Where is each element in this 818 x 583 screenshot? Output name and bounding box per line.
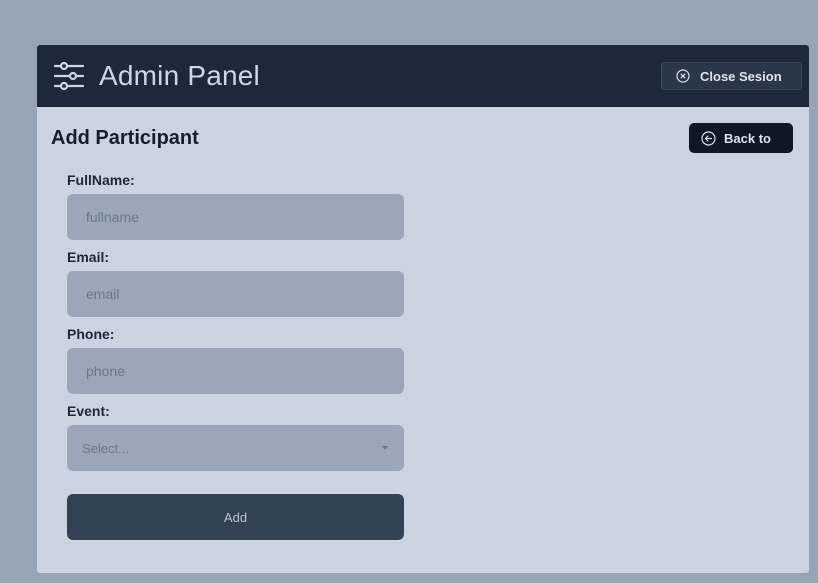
circle-arrow-left-icon: [701, 130, 716, 146]
close-session-button[interactable]: Close Sesion: [661, 62, 802, 90]
phone-input[interactable]: [67, 348, 404, 394]
event-select[interactable]: Select...: [67, 425, 404, 471]
admin-panel: Admin Panel Close Sesion Add Participant…: [37, 45, 809, 573]
email-label: Email:: [67, 249, 110, 265]
back-label: Back to: [724, 130, 771, 146]
caret-down-icon: [382, 446, 388, 450]
page-title: Add Participant: [51, 127, 199, 149]
event-select-value: Select...: [82, 440, 129, 456]
close-session-label: Close Sesion: [700, 68, 782, 84]
phone-label: Phone:: [67, 326, 115, 342]
email-input[interactable]: [67, 271, 404, 317]
circle-x-icon: [676, 69, 690, 83]
back-button[interactable]: Back to: [689, 123, 793, 153]
app-title: Admin Panel: [99, 60, 260, 91]
fullname-label: FullName:: [67, 172, 135, 188]
add-button[interactable]: Add: [67, 494, 404, 540]
header-bar: Admin Panel Close Sesion: [37, 45, 809, 107]
sliders-icon[interactable]: [53, 59, 85, 93]
fullname-input[interactable]: [67, 194, 404, 240]
event-label: Event:: [67, 403, 110, 419]
